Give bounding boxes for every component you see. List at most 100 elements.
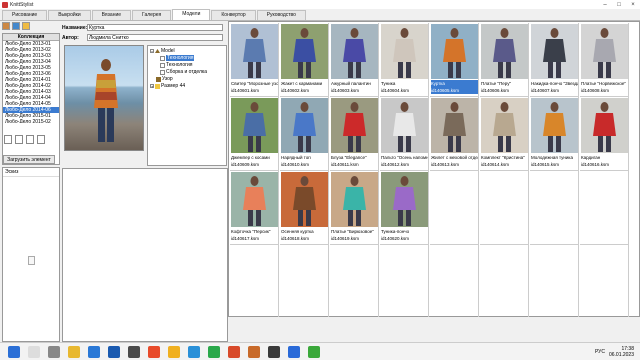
close-button[interactable]: × bbox=[626, 2, 640, 8]
model-card[interactable]: Туника-пончо id140620.ksm bbox=[380, 171, 429, 245]
tree-node[interactable]: Узор bbox=[156, 76, 173, 82]
name-field[interactable]: Куртка bbox=[87, 24, 223, 31]
app-icon-5[interactable] bbox=[268, 345, 280, 358]
new-doc-icon[interactable] bbox=[4, 134, 12, 144]
model-card[interactable]: Кофточка "Персик" id140617.ksm bbox=[230, 171, 279, 245]
app-icon-3[interactable] bbox=[208, 345, 220, 358]
model-caption: Накидка-пончо "Звезда" bbox=[531, 81, 578, 86]
model-caption: Свитер "Морозные узоры" bbox=[231, 81, 278, 86]
model-card[interactable]: Молодежная туника id140615.ksm bbox=[530, 97, 579, 171]
model-thumbnail bbox=[231, 172, 278, 227]
model-card[interactable]: Кардиган id140616.ksm bbox=[580, 97, 629, 171]
model-caption: Молодежная туника bbox=[531, 155, 573, 160]
tree-node[interactable]: Сборка и отделка bbox=[160, 69, 207, 75]
folder-icon bbox=[155, 83, 160, 89]
tab-0[interactable]: Рисование bbox=[2, 10, 48, 20]
tree-root[interactable]: − Model bbox=[150, 48, 175, 54]
collection-item[interactable]: Любо-Дело 2015-02 bbox=[3, 119, 59, 123]
tab-5[interactable]: Конвертор bbox=[211, 10, 256, 20]
title-bar: KnittStylist – □ × bbox=[0, 0, 640, 9]
maximize-button[interactable]: □ bbox=[612, 2, 626, 8]
model-card[interactable]: Жакет с карманами id140602.ksm bbox=[280, 23, 329, 97]
model-card[interactable]: Платье "Норвежское" id140608.ksm bbox=[580, 23, 629, 97]
model-caption: Жакет с карманами bbox=[281, 81, 323, 86]
delete-doc-icon[interactable] bbox=[37, 134, 45, 144]
model-card[interactable]: Туника id140604.ksm bbox=[380, 23, 429, 97]
tab-4[interactable]: Модели bbox=[172, 9, 211, 20]
taskview-icon[interactable] bbox=[48, 345, 60, 358]
model-thumbnail bbox=[431, 98, 478, 153]
tab-6[interactable]: Руководство bbox=[256, 10, 306, 20]
knitstylist-icon[interactable] bbox=[248, 345, 260, 358]
language-indicator[interactable]: РУС bbox=[595, 349, 605, 355]
author-field[interactable]: Людмила Снитко bbox=[87, 34, 223, 41]
model-icon bbox=[155, 48, 160, 53]
model-card[interactable]: Пальто "Осень напомнит" id140612.ksm bbox=[380, 97, 429, 171]
yandex-icon[interactable] bbox=[148, 345, 160, 358]
model-thumbnail bbox=[381, 98, 428, 153]
expand-icon[interactable]: + bbox=[150, 84, 154, 89]
model-id: id140615.ksm bbox=[531, 162, 560, 167]
warning-icon[interactable] bbox=[22, 22, 30, 30]
tree-node[interactable]: Технология bbox=[160, 62, 192, 68]
collections-list: Любо-Дело 2013-01 Любо-Дело 2013-02 Любо-Д… bbox=[3, 41, 59, 123]
model-card[interactable]: Куртка id140605.ksm bbox=[430, 23, 479, 97]
model-photo bbox=[64, 45, 144, 151]
model-gallery: Свитер "Морозные узоры" id140601.ksm Жакет… bbox=[228, 21, 640, 319]
model-card[interactable]: Джемпер с косами id140609.ksm bbox=[230, 97, 279, 171]
model-id: id140601.ksm bbox=[231, 88, 260, 93]
model-caption: Нарядный топ bbox=[281, 155, 311, 160]
explorer-icon[interactable] bbox=[68, 345, 80, 358]
minimize-button[interactable]: – bbox=[598, 2, 612, 8]
model-thumbnail bbox=[481, 98, 528, 153]
model-card[interactable]: Жилет с меховой отделкой id140613.ksm bbox=[430, 97, 479, 171]
tree-root-label: Model bbox=[161, 48, 175, 54]
empty-cell bbox=[280, 245, 329, 319]
model-thumbnail bbox=[531, 98, 578, 153]
model-card[interactable]: Нарядный топ id140610.ksm bbox=[280, 97, 329, 171]
app-icon-2[interactable] bbox=[188, 345, 200, 358]
edge-icon[interactable] bbox=[88, 345, 100, 358]
model-card[interactable]: Платье "Бирюзовое" id140619.ksm bbox=[330, 171, 379, 245]
collapse-icon[interactable]: − bbox=[150, 49, 154, 54]
outlook-icon[interactable] bbox=[108, 345, 120, 358]
app-icon-4[interactable] bbox=[228, 345, 240, 358]
tree-node[interactable]: + Размер 44 bbox=[150, 83, 185, 89]
search-icon[interactable] bbox=[28, 345, 40, 358]
paste-doc-icon[interactable] bbox=[26, 134, 34, 144]
model-id: id140606.ksm bbox=[481, 88, 510, 93]
model-tree: − Model Технология Технология Сборка и отд… bbox=[147, 45, 227, 166]
model-card[interactable]: Блуза "Elegance" id140611.ksm bbox=[330, 97, 379, 171]
model-caption: Осенняя куртка bbox=[281, 229, 314, 234]
model-card[interactable]: Свитер "Морозные узоры" id140601.ksm bbox=[230, 23, 279, 97]
document-icon bbox=[28, 256, 35, 265]
save-icon[interactable] bbox=[12, 22, 20, 30]
tab-3[interactable]: Галерея bbox=[132, 10, 172, 20]
app-icon-7[interactable] bbox=[308, 345, 320, 358]
model-card[interactable]: Накидка-пончо "Звезда" id140607.ksm bbox=[530, 23, 579, 97]
tab-2[interactable]: Вязание bbox=[91, 10, 132, 20]
app-icon-6[interactable] bbox=[288, 345, 300, 358]
app-icon bbox=[2, 1, 8, 8]
tree-node[interactable]: Технология bbox=[160, 55, 195, 61]
copy-doc-icon[interactable] bbox=[15, 134, 23, 144]
start-icon[interactable] bbox=[8, 345, 20, 358]
model-card[interactable]: Ажурный палантин id140603.ksm bbox=[330, 23, 379, 97]
open-icon[interactable] bbox=[2, 22, 10, 30]
pattern-icon bbox=[156, 76, 161, 82]
model-caption: Туника bbox=[381, 81, 396, 86]
chrome-icon[interactable] bbox=[168, 345, 180, 358]
model-caption: Блуза "Elegance" bbox=[331, 155, 367, 160]
model-id: id140613.ksm bbox=[431, 162, 460, 167]
collections-header: Коллекция bbox=[3, 34, 59, 41]
model-caption: Ажурный палантин bbox=[331, 81, 371, 86]
model-card[interactable]: Комплект "Кристина" id140614.ksm bbox=[480, 97, 529, 171]
load-element-button[interactable]: Загрузить элемент bbox=[3, 155, 55, 164]
model-card[interactable]: Осенняя куртка id140618.ksm bbox=[280, 171, 329, 245]
model-card[interactable]: Платье "Перу" id140606.ksm bbox=[480, 23, 529, 97]
app-icon-1[interactable] bbox=[128, 345, 140, 358]
clock[interactable]: 17:38 06.01.2023 bbox=[609, 346, 634, 358]
tab-1[interactable]: Выкройки bbox=[48, 10, 91, 20]
model-thumbnail bbox=[531, 24, 578, 79]
model-caption: Кардиган bbox=[581, 155, 601, 160]
